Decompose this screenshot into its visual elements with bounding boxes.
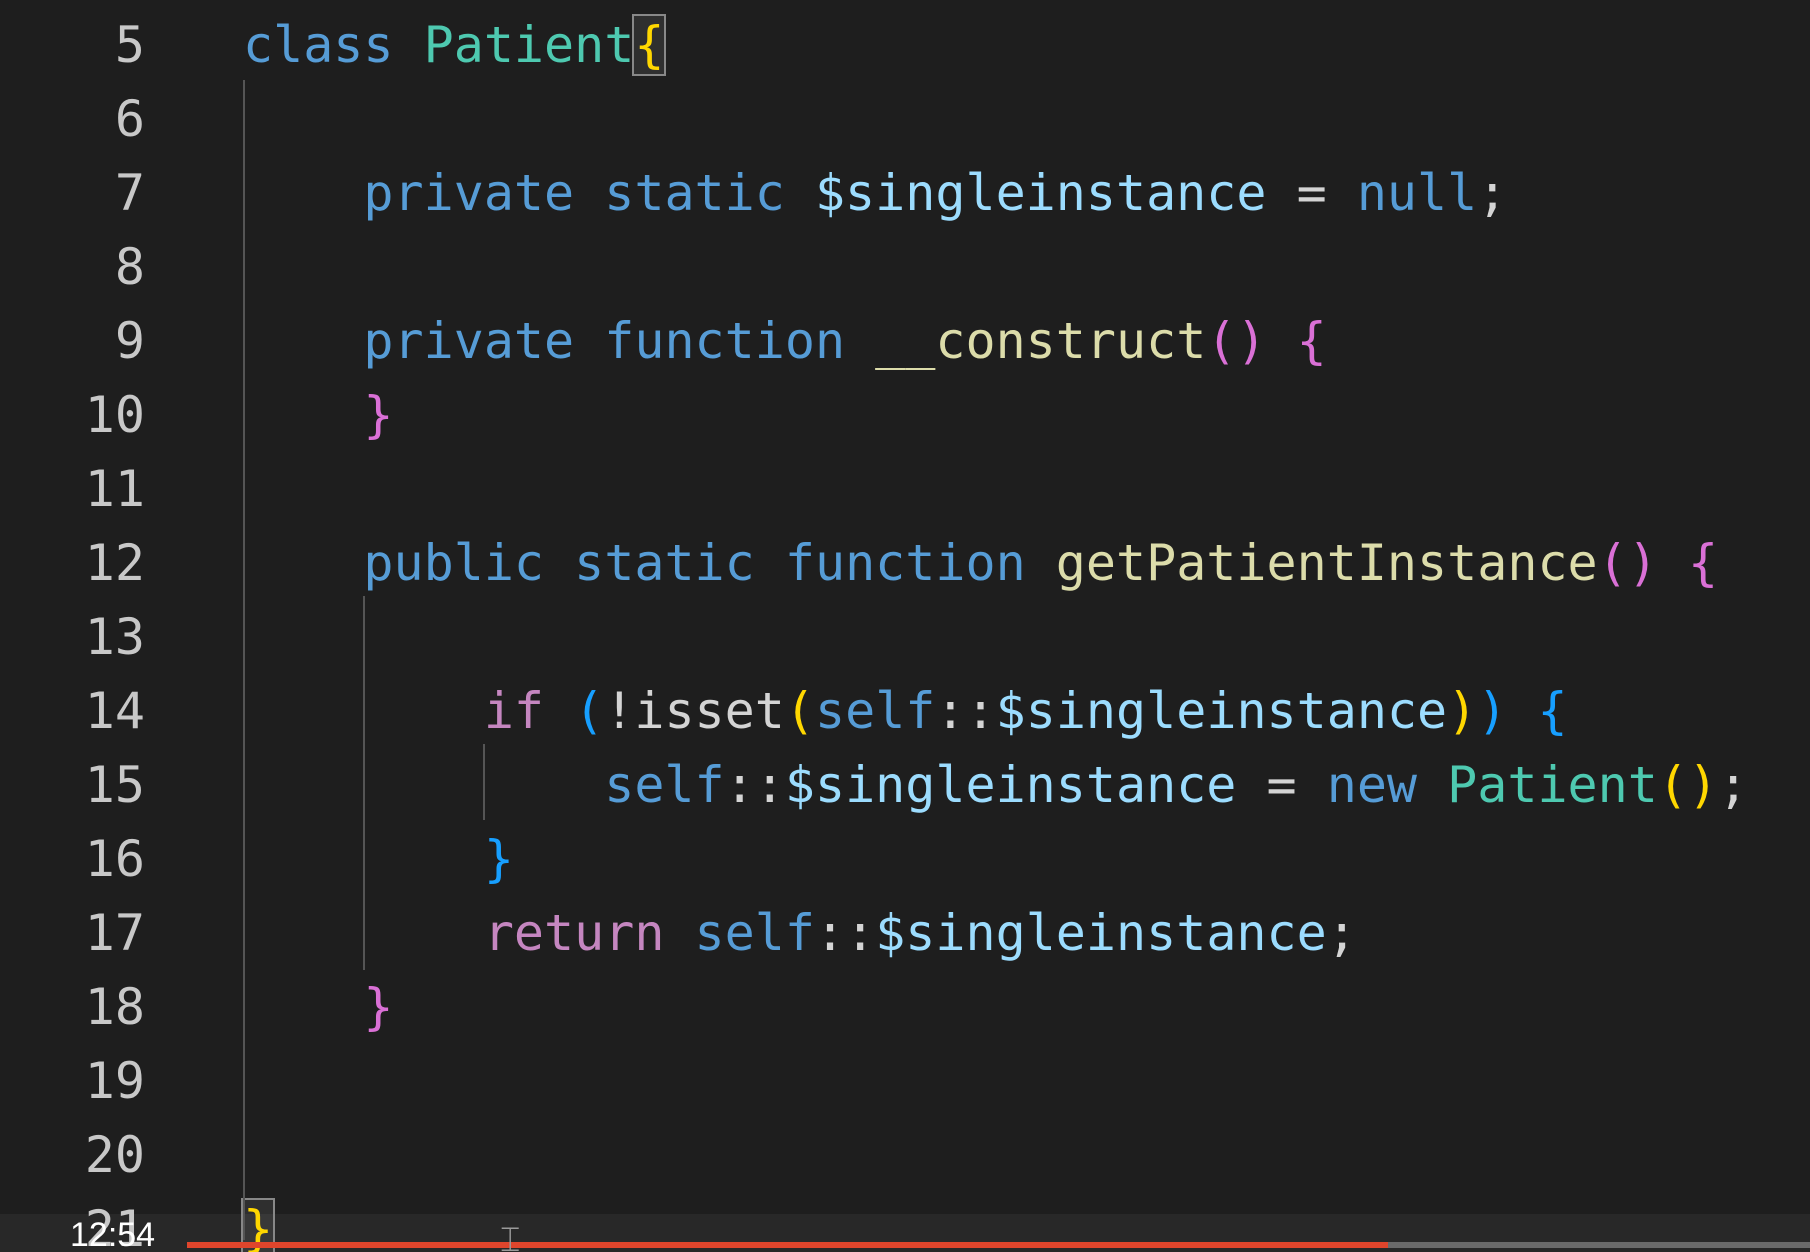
code-line[interactable]: return self::$singleinstance; bbox=[243, 896, 1357, 970]
code-token: () bbox=[1597, 534, 1658, 592]
code-token: return bbox=[243, 904, 695, 962]
code-line[interactable]: class Patient{ bbox=[243, 8, 667, 82]
code-token: private bbox=[243, 312, 605, 370]
code-token: () bbox=[1657, 756, 1719, 814]
code-token: private bbox=[243, 164, 605, 222]
indent-guide-class bbox=[243, 80, 245, 1240]
indent-guide-method bbox=[363, 596, 365, 970]
code-token: function bbox=[784, 534, 1056, 592]
code-token: static bbox=[604, 164, 815, 222]
code-line[interactable]: private static $singleinstance = null; bbox=[243, 156, 1507, 230]
line-number: 9 bbox=[114, 312, 145, 370]
code-token: } bbox=[243, 830, 514, 888]
code-line[interactable]: } bbox=[243, 970, 394, 1044]
code-token: ( bbox=[784, 682, 815, 740]
code-token: } bbox=[243, 386, 394, 444]
code-token: { bbox=[1687, 534, 1719, 592]
code-token: } bbox=[243, 978, 394, 1036]
code-line[interactable]: if (!isset(self::$singleinstance)) { bbox=[243, 674, 1568, 748]
code-line[interactable]: } bbox=[243, 822, 514, 896]
code-token: $singleinstance bbox=[995, 682, 1448, 740]
line-number: 17 bbox=[84, 904, 145, 962]
code-token: = bbox=[1236, 756, 1327, 814]
line-number: 8 bbox=[114, 238, 145, 296]
code-token: :: bbox=[724, 756, 785, 814]
code-line[interactable]: self::$singleinstance = new Patient(); bbox=[243, 748, 1748, 822]
code-token: ; bbox=[1326, 904, 1357, 962]
line-number: 13 bbox=[84, 608, 145, 666]
code-token: Patient bbox=[1447, 756, 1658, 814]
code-token: ) bbox=[1447, 682, 1478, 740]
code-token: :: bbox=[935, 682, 996, 740]
line-number: 6 bbox=[114, 90, 145, 148]
code-token: static bbox=[574, 534, 785, 592]
line-number: 19 bbox=[84, 1052, 145, 1110]
code-token: ; bbox=[1718, 756, 1749, 814]
code-token: getPatientInstance bbox=[1055, 534, 1598, 592]
line-number: 18 bbox=[84, 978, 145, 1036]
code-token: $singleinstance bbox=[814, 164, 1267, 222]
code-line[interactable]: } bbox=[243, 378, 394, 452]
code-token: () bbox=[1206, 312, 1267, 370]
line-number: 12 bbox=[84, 534, 145, 592]
code-line[interactable]: private function __construct() { bbox=[243, 304, 1327, 378]
code-token: { bbox=[1296, 312, 1327, 370]
code-editor[interactable]: 5 6 7 8 9 10 11 12 13 14 15 16 17 18 19 20 21 class Pati… bbox=[0, 0, 1810, 1252]
code-token: = bbox=[1266, 164, 1357, 222]
code-token: new bbox=[1326, 756, 1448, 814]
code-token: null bbox=[1356, 164, 1478, 222]
code-token: { bbox=[632, 14, 667, 76]
code-token: ; bbox=[1477, 164, 1508, 222]
code-token: self bbox=[694, 904, 815, 962]
line-number: 14 bbox=[84, 682, 145, 740]
code-token: :: bbox=[814, 904, 876, 962]
line-number: 15 bbox=[84, 756, 145, 814]
text-cursor-icon: ⌶ bbox=[500, 1220, 521, 1252]
line-number: 10 bbox=[84, 386, 145, 444]
line-number: 16 bbox=[84, 830, 145, 888]
video-timestamp: 12:54 bbox=[70, 1216, 156, 1252]
code-token: Patient bbox=[423, 16, 635, 74]
code-token: class bbox=[243, 16, 424, 74]
code-token: __construct bbox=[875, 312, 1207, 370]
code-token: self bbox=[814, 682, 936, 740]
code-token: !isset bbox=[604, 682, 785, 740]
video-progress-played[interactable] bbox=[187, 1242, 1388, 1248]
line-number: 11 bbox=[84, 460, 145, 518]
code-token: function bbox=[604, 312, 876, 370]
code-token: ) bbox=[1477, 682, 1508, 740]
line-number: 7 bbox=[114, 164, 145, 222]
code-token: ( bbox=[574, 682, 605, 740]
code-token: $singleinstance bbox=[784, 756, 1237, 814]
indent-guide-if bbox=[483, 744, 485, 820]
code-token: if bbox=[243, 682, 575, 740]
code-token: { bbox=[1537, 682, 1568, 740]
code-token: $singleinstance bbox=[875, 904, 1327, 962]
code-token: public bbox=[243, 534, 575, 592]
code-line[interactable]: public static function getPatientInstanc… bbox=[243, 526, 1718, 600]
video-progress-remaining[interactable] bbox=[1388, 1242, 1810, 1248]
line-number: 5 bbox=[114, 16, 145, 74]
line-number: 20 bbox=[84, 1126, 145, 1184]
